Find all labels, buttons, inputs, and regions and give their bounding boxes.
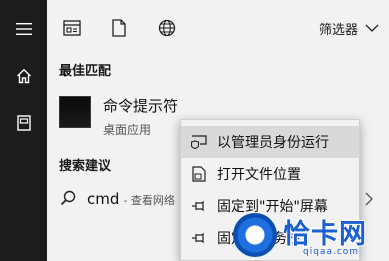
watermark-text: 恰卡网 xyxy=(283,219,367,250)
filter-dropdown[interactable]: 筛选器 xyxy=(319,16,379,40)
search-scope-bar: 筛选器 xyxy=(47,0,389,54)
watermark-url: qiqaa.com xyxy=(303,247,360,257)
document-icon xyxy=(112,19,126,37)
pin-icon xyxy=(192,200,204,212)
open-folder-icon xyxy=(192,166,206,182)
apps-icon xyxy=(63,20,81,36)
search-suggestions-heading: 搜索建议 xyxy=(59,159,112,174)
home-button[interactable] xyxy=(0,52,47,100)
site-watermark: 恰卡网 qiqaa.com xyxy=(231,210,389,261)
home-icon xyxy=(16,68,31,84)
best-match-heading: 最佳匹配 xyxy=(59,64,112,79)
web-scope-button[interactable] xyxy=(156,17,178,39)
command-prompt-app-icon xyxy=(59,96,91,128)
menu-item-open-file-location[interactable]: 打开文件位置 xyxy=(181,158,359,190)
shield-run-icon xyxy=(191,135,207,149)
chevron-right-icon[interactable] xyxy=(365,192,373,206)
app-name: 命令提示符 xyxy=(103,97,179,115)
suggestion-sub: - 查看网络 xyxy=(123,194,175,207)
left-rail xyxy=(0,0,47,261)
documents-icon xyxy=(16,115,31,131)
documents-button[interactable] xyxy=(0,99,47,147)
hamburger-menu-button[interactable] xyxy=(0,5,47,53)
watermark-logo-icon xyxy=(233,213,277,257)
menu-item-run-as-admin[interactable]: 以管理员身份运行 xyxy=(181,126,359,158)
search-icon xyxy=(60,190,76,206)
pin-icon xyxy=(192,232,204,244)
menu-item-label: 以管理员身份运行 xyxy=(217,135,329,151)
apps-scope-button[interactable] xyxy=(61,17,83,39)
filter-label: 筛选器 xyxy=(318,22,358,38)
menu-item-label: 打开文件位置 xyxy=(217,167,301,183)
suggestion-query: cmd xyxy=(87,190,120,208)
chevron-down-icon xyxy=(365,24,379,32)
hamburger-menu-icon xyxy=(15,23,32,35)
documents-scope-button[interactable] xyxy=(108,17,130,39)
web-icon xyxy=(158,19,176,37)
app-type: 桌面应用 xyxy=(103,123,152,137)
